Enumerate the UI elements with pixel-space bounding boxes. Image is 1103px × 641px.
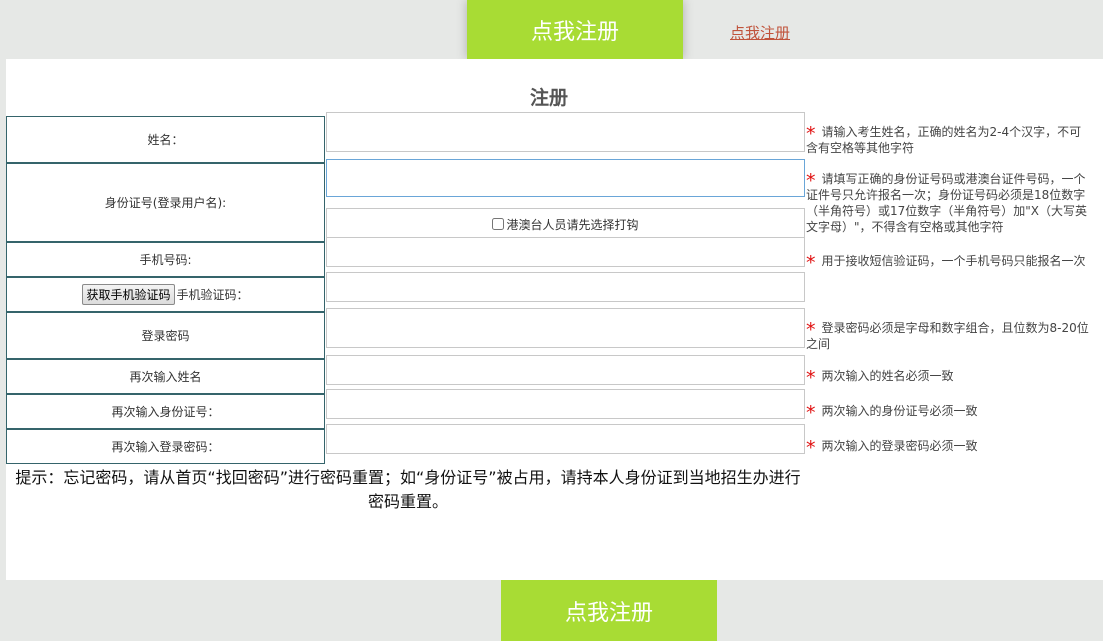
password-label: 登录密码 <box>6 312 325 359</box>
confirm-name-label: 再次输入姓名 <box>6 359 325 394</box>
required-mark: * <box>806 402 816 424</box>
register-link[interactable]: 点我注册 <box>730 22 790 43</box>
required-mark: * <box>806 123 816 145</box>
sms-code-label: 手机验证码： <box>176 288 249 302</box>
hk-macau-taiwan-checkbox[interactable] <box>492 218 505 230</box>
register-button-bottom[interactable]: 点我注册 <box>501 580 717 641</box>
password-reset-tip: 提示：忘记密码，请从首页“找回密码”进行密码重置；如“身份证号”被占用，请持本人… <box>15 468 801 511</box>
register-button-top[interactable]: 点我注册 <box>467 0 683 59</box>
get-sms-code-button[interactable]: 获取手机验证码 <box>82 284 175 305</box>
id-number-label: 身份证号(登录用户名): <box>6 163 325 242</box>
required-mark: * <box>806 252 816 274</box>
name-hint: * 请输入考生姓名，正确的姓名为2-4个汉字，不可含有空格等其他字符 <box>806 123 1082 156</box>
confirm-id-number-label: 再次输入身份证号： <box>6 394 325 429</box>
sms-code-label-cell: 获取手机验证码 手机验证码： <box>6 277 325 312</box>
sms-code-input[interactable] <box>326 272 805 302</box>
confirm-id-number-hint: * 两次输入的身份证号必须一致 <box>806 402 978 424</box>
id-number-input[interactable] <box>326 159 805 197</box>
form-title: 注册 <box>529 87 568 109</box>
phone-label: 手机号码: <box>6 242 325 277</box>
confirm-name-input[interactable] <box>326 355 805 385</box>
password-input[interactable] <box>326 308 805 348</box>
name-input[interactable] <box>326 112 805 152</box>
required-mark: * <box>806 367 816 389</box>
confirm-password-hint: * 两次输入的登录密码必须一致 <box>806 437 978 459</box>
hk-macau-taiwan-checkbox-row[interactable]: 港澳台人员请先选择打钩 <box>326 208 805 240</box>
confirm-password-label: 再次输入登录密码： <box>6 429 325 464</box>
phone-hint: * 用于接收短信验证码，一个手机号码只能报名一次 <box>806 252 1086 274</box>
confirm-password-input[interactable] <box>326 424 805 454</box>
register-form-panel: 注册 姓名： * 请输入考生姓名，正确的姓名为2-4个汉字，不可含有空格等其他字符… <box>6 59 1103 580</box>
id-number-hint: * 请填写正确的身份证号码或港澳台证件号码，一个证件号只允许报名一次；身份证号码必… <box>806 170 1088 235</box>
phone-input[interactable] <box>326 237 805 267</box>
hk-macau-taiwan-checkbox-label: 港澳台人员请先选择打钩 <box>506 217 639 232</box>
required-mark: * <box>806 437 816 459</box>
name-label: 姓名： <box>6 116 325 163</box>
confirm-name-hint: * 两次输入的姓名必须一致 <box>806 367 954 389</box>
required-mark: * <box>806 170 816 192</box>
required-mark: * <box>806 319 816 341</box>
confirm-id-number-input[interactable] <box>326 389 805 419</box>
password-hint: * 登录密码必须是字母和数字组合，且位数为8-20位之间 <box>806 319 1089 352</box>
